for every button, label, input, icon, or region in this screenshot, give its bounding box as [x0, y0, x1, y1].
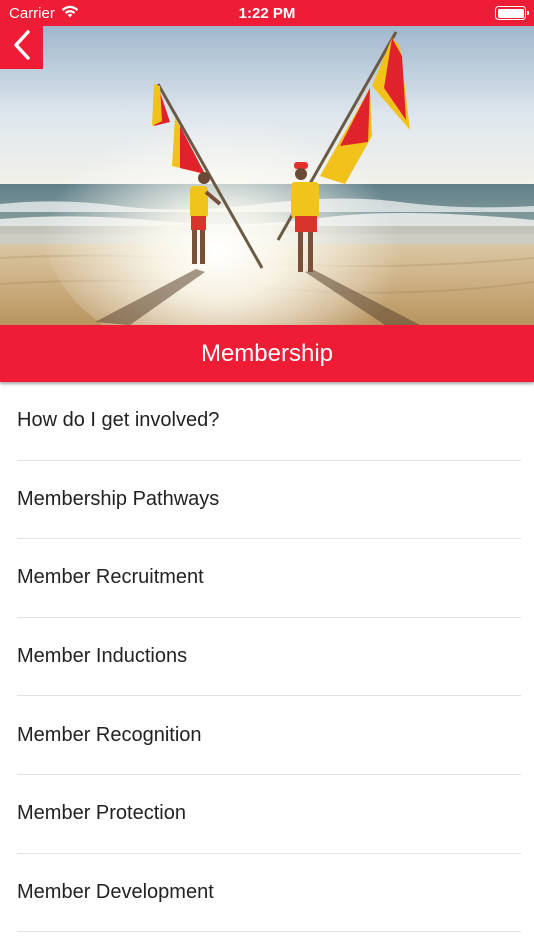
menu-item-member-protection[interactable]: Member Protection	[17, 775, 521, 854]
back-button[interactable]	[0, 26, 43, 69]
menu-item-label: Member Development	[17, 880, 214, 903]
menu-item-member-development[interactable]: Member Development	[17, 854, 521, 933]
status-bar: Carrier 1:22 PM	[0, 0, 534, 26]
wifi-icon	[61, 5, 79, 22]
menu-item-label: Membership Pathways	[17, 487, 220, 510]
battery-full-icon	[495, 6, 529, 20]
menu-item-member-recruitment[interactable]: Member Recruitment	[17, 539, 521, 618]
menu-item-label: Member Recruitment	[17, 566, 204, 589]
menu-list: How do I get involved? Membership Pathwa…	[0, 382, 534, 933]
menu-item-member-recognition[interactable]: Member Recognition	[17, 696, 521, 775]
hero-image	[0, 26, 534, 325]
menu-item-get-involved[interactable]: How do I get involved?	[17, 382, 521, 461]
status-left: Carrier	[9, 5, 79, 22]
status-time: 1:22 PM	[238, 4, 296, 22]
page-title-bar: Membership	[0, 325, 534, 382]
menu-item-label: Member Inductions	[17, 645, 188, 668]
page-title: Membership	[200, 339, 334, 367]
menu-item-label: How do I get involved?	[17, 409, 220, 432]
chevron-left-icon	[12, 29, 32, 66]
menu-item-membership-pathways[interactable]: Membership Pathways	[17, 461, 521, 540]
carrier-label: Carrier	[9, 4, 55, 22]
menu-item-label: Member Recognition	[17, 723, 202, 746]
menu-item-member-inductions[interactable]: Member Inductions	[17, 618, 521, 697]
menu-item-label: Member Protection	[17, 802, 186, 825]
